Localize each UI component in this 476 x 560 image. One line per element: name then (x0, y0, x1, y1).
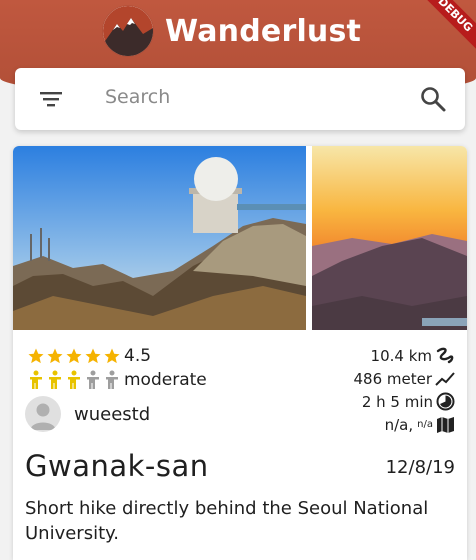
season-stat: n/a, n/a (353, 413, 455, 436)
season-value: n/a, (384, 415, 414, 434)
elevation-value: 486 meter (353, 369, 432, 388)
search-input[interactable]: Search (105, 86, 170, 108)
photo-gallery[interactable] (13, 146, 467, 330)
star-half-icon (104, 348, 120, 364)
difficulty: moderate (27, 370, 207, 390)
distance-value: 10.4 km (370, 346, 432, 365)
hike-card[interactable]: 4.5 moderate wueestd 10.4 km 486 meter 2… (13, 146, 467, 560)
star-icon (66, 348, 82, 364)
hiker-icon (49, 370, 61, 389)
star-icon (85, 348, 101, 364)
hiker-icon (30, 370, 42, 389)
duration-value: 2 h 5 min (361, 392, 433, 411)
brand: Wanderlust (103, 6, 361, 56)
hike-stats: 10.4 km 486 meter 2 h 5 min n/a, n/a (353, 344, 455, 436)
elevation-icon (435, 371, 455, 386)
avatar-icon (30, 403, 56, 430)
season-value-small: n/a (417, 419, 433, 430)
debug-banner: DEBUG (409, 0, 476, 61)
search-bar[interactable]: Search (15, 68, 465, 130)
hiker-icon (106, 370, 118, 389)
hiker-icon (87, 370, 99, 389)
distance-icon (436, 347, 454, 363)
map-icon (437, 416, 454, 433)
difficulty-label: moderate (124, 370, 207, 390)
duration-stat: 2 h 5 min (353, 390, 455, 413)
hike-description: Short hike directly behind the Seoul Nat… (25, 498, 429, 544)
clock-icon (436, 392, 455, 411)
star-icon (28, 348, 44, 364)
rating: 4.5 (27, 346, 151, 366)
search-icon[interactable] (419, 85, 447, 113)
hike-photo[interactable] (312, 146, 467, 330)
rating-value: 4.5 (124, 346, 152, 366)
app-logo (103, 6, 153, 56)
distance-stat: 10.4 km (353, 344, 455, 367)
hike-title: Gwanak-san (25, 449, 209, 483)
elevation-stat: 486 meter (353, 367, 455, 390)
author[interactable]: wueestd (25, 396, 150, 432)
filter-icon[interactable] (38, 88, 64, 110)
hike-date: 12/8/19 (385, 457, 455, 478)
star-icon (47, 348, 63, 364)
hike-photo[interactable] (13, 146, 306, 330)
username[interactable]: wueestd (74, 404, 150, 425)
avatar[interactable] (25, 396, 61, 432)
hiker-icon (68, 370, 80, 389)
app-title: Wanderlust (165, 13, 362, 49)
